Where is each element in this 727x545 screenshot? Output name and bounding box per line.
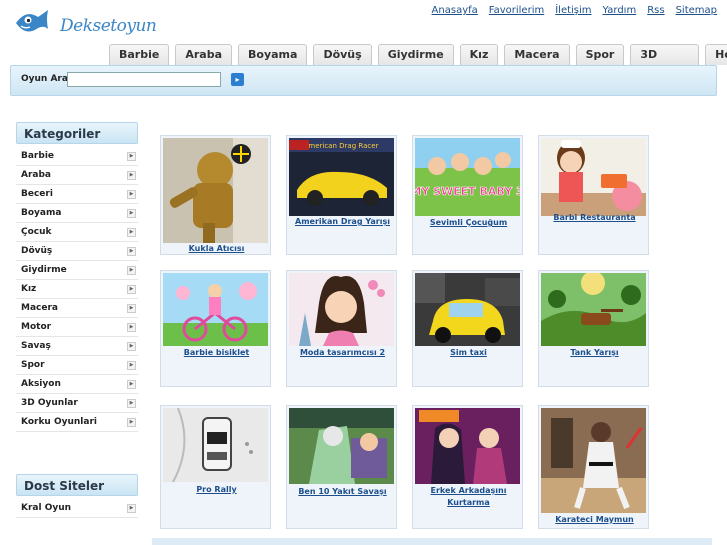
game-thumbnail [163,138,268,243]
game-title[interactable]: Pro Rally [161,484,272,496]
tab-spor[interactable]: Spor [575,44,625,65]
sidebar-item-beceri[interactable]: Beceri ▶ [16,185,138,204]
chevron-right-icon: ▶ [127,284,136,294]
chevron-right-icon: ▶ [127,341,136,351]
game-thumbnail [541,408,646,513]
game-thumbnail: MY SWEET BABY 3 [415,138,520,216]
sidebar-item-motor[interactable]: Motor ▶ [16,318,138,337]
chevron-right-icon: ▶ [127,360,136,370]
game-title[interactable]: Amerikan Drag Yarışı [287,216,398,228]
game-card[interactable]: American Drag Racer Amerikan Drag Yarışı [286,135,397,255]
chevron-right-icon: ▶ [127,265,136,275]
chevron-right-icon: ▶ [127,417,136,427]
chevron-right-icon: ▶ [127,189,136,199]
friends-list: Kral Oyun ▶ [16,499,138,518]
chevron-right-icon: ▶ [127,227,136,237]
game-thumbnail [415,273,520,346]
sidebar-item-kral-oyun[interactable]: Kral Oyun ▶ [16,499,138,518]
game-title[interactable]: Karateci Maymun [539,514,650,526]
game-card[interactable]: Kukla Atıcısı [160,135,271,255]
chevron-right-icon: ▶ [127,170,136,180]
friends-heading: Dost Siteler [16,474,138,496]
game-card[interactable]: Barbi Restauranta [538,135,649,255]
sidebar-item-cocuk[interactable]: Çocuk ▶ [16,223,138,242]
sidebar-item-araba[interactable]: Araba ▶ [16,166,138,185]
chevron-right-icon: ▶ [127,503,136,513]
game-title[interactable]: Barbie bisiklet [161,347,272,359]
game-title[interactable]: Moda tasarımcısı 2 [287,347,398,359]
sidebar-item-spor[interactable]: Spor ▶ [16,356,138,375]
search-button[interactable]: ▸ [231,73,244,86]
sidebar-item-aksiyon[interactable]: Aksiyon ▶ [16,375,138,394]
sidebar-item-3d-oyunlar[interactable]: 3D Oyunlar ▶ [16,394,138,413]
link-rss[interactable]: Rss [647,5,664,16]
tab-giydirme[interactable]: Giydirme [377,44,454,65]
game-thumbnail [163,408,268,482]
chevron-right-icon: ▶ [127,303,136,313]
search-bar: Oyun Ara : ▸ [10,65,717,96]
game-title[interactable]: Kukla Atıcısı [161,243,272,255]
categories-heading: Kategoriler [16,122,138,144]
game-card[interactable]: Moda tasarımcısı 2 [286,270,397,387]
category-tabs: Barbie Araba Boyama Dövüş Giydirme Kız M… [109,44,727,81]
tab-hepsi[interactable]: Hepsi [705,44,727,65]
sidebar-item-dovus[interactable]: Dövüş ▶ [16,242,138,261]
tab-3d-oyunlar[interactable]: 3D Oyunlar [630,44,700,81]
chevron-right-icon: ▶ [127,246,136,256]
game-title[interactable]: Tank Yarışı [539,347,650,359]
chevron-right-icon: ▶ [127,398,136,408]
sidebar-item-savas[interactable]: Savaş ▶ [16,337,138,356]
game-title[interactable]: Sevimli Çocuğum [413,217,524,229]
bottom-panel-header [152,538,712,545]
chevron-right-icon: ▶ [127,379,136,389]
tab-boyama[interactable]: Boyama [238,44,308,65]
top-links: Anasayfa Favorilerim İletişim Yardım Rss… [432,5,717,16]
game-card[interactable]: Tank Yarışı [538,270,649,387]
category-list: Barbie ▶ Araba ▶ Beceri ▶ Boyama ▶ Çocuk ▶ Dö… [16,147,138,432]
game-thumbnail [415,408,520,484]
game-thumbnail [289,273,394,346]
tab-kiz[interactable]: Kız [459,44,499,65]
game-thumbnail [289,408,394,484]
game-card[interactable]: Karateci Maymun [538,405,649,529]
tab-barbie[interactable]: Barbie [109,44,170,65]
game-card[interactable]: Ben 10 Yakıt Savaşı [286,405,397,529]
sidebar-item-barbie[interactable]: Barbie ▶ [16,147,138,166]
tab-araba[interactable]: Araba [175,44,233,65]
search-input[interactable] [67,72,221,87]
sidebar-item-giydirme[interactable]: Giydirme ▶ [16,261,138,280]
tab-macera[interactable]: Macera [504,44,570,65]
game-title[interactable]: Barbi Restauranta [539,212,650,224]
game-card[interactable]: Sim taxi [412,270,523,387]
game-card[interactable]: Barbie bisiklet [160,270,271,387]
game-title[interactable]: Sim taxi [413,347,524,359]
game-thumbnail [163,273,268,346]
game-card[interactable]: Pro Rally [160,405,271,529]
link-sitemap[interactable]: Sitemap [676,5,717,16]
game-thumbnail: American Drag Racer [289,138,394,216]
game-card[interactable]: Erkek Arkadaşını Kurtarma [412,405,523,529]
game-title[interactable]: Erkek Arkadaşını Kurtarma [413,485,524,509]
link-favorilerim[interactable]: Favorilerim [489,5,544,16]
site-logo[interactable]: Deksetoyun [12,7,157,39]
sidebar-item-kiz[interactable]: Kız ▶ [16,280,138,299]
link-yardim[interactable]: Yardım [603,5,637,16]
sidebar-item-macera[interactable]: Macera ▶ [16,299,138,318]
game-thumbnail [541,138,646,216]
game-title[interactable]: Ben 10 Yakıt Savaşı [287,486,398,498]
link-anasayfa[interactable]: Anasayfa [432,5,478,16]
chevron-right-icon: ▶ [127,151,136,161]
thumbnail-caption: American Drag Racer [304,142,379,150]
game-thumbnail [541,273,646,346]
sidebar-item-korku-oyunlari[interactable]: Korku Oyunlari ▶ [16,413,138,432]
tab-dovus[interactable]: Dövüş [313,44,372,65]
chevron-right-icon: ▶ [127,322,136,332]
game-card[interactable]: MY SWEET BABY 3 Sevimli Çocuğum [412,135,523,255]
logo-text: Deksetoyun [60,16,157,36]
chevron-right-icon: ▶ [127,208,136,218]
sidebar-item-boyama[interactable]: Boyama ▶ [16,204,138,223]
fish-logo-icon [16,10,48,32]
thumbnail-caption: MY SWEET BABY 3 [415,185,520,198]
link-iletisim[interactable]: İletişim [555,5,591,16]
